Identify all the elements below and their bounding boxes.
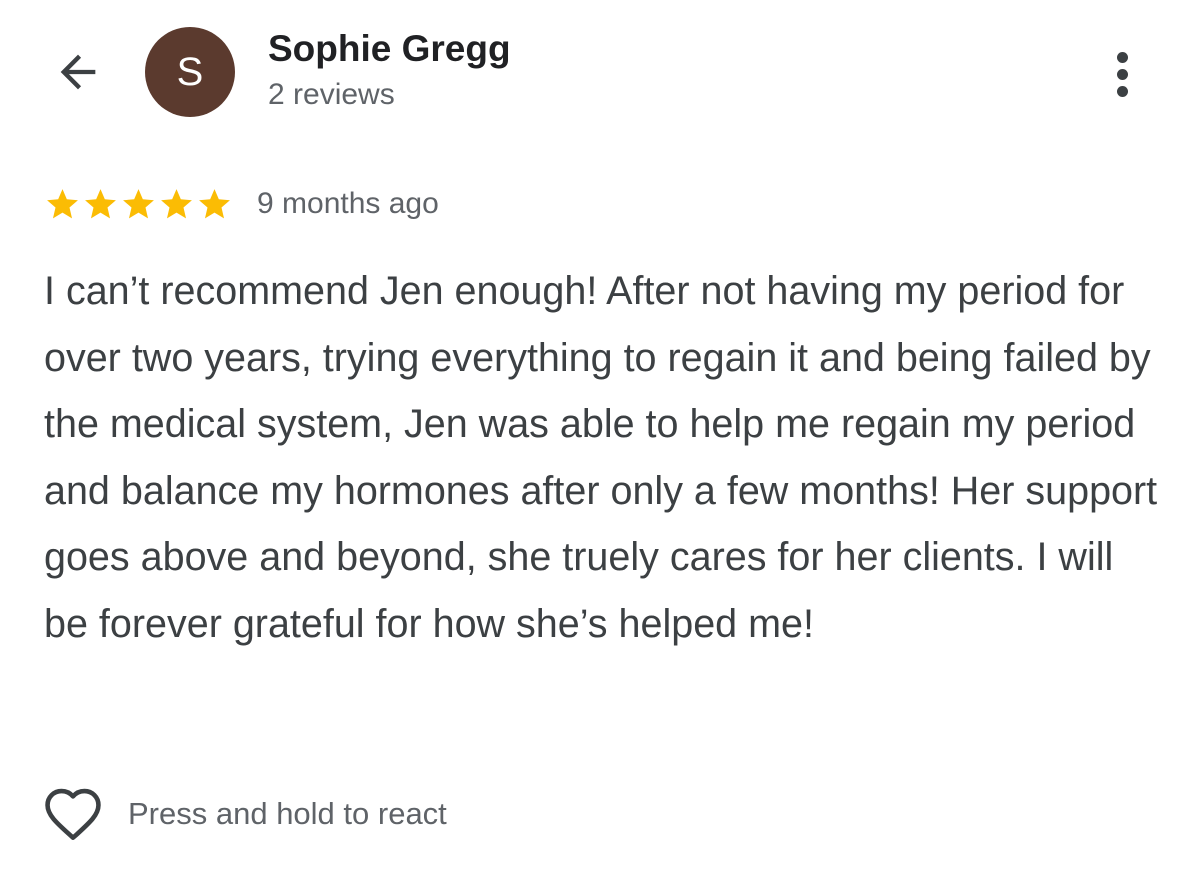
reaction-row: Press and hold to react [42, 784, 447, 844]
review-text: I can’t recommend Jen enough! After not … [44, 269, 1158, 646]
star-icon [85, 188, 116, 218]
reviewer-header: S Sophie Gregg 2 reviews [0, 0, 1200, 140]
star-icon [123, 188, 154, 218]
avatar[interactable]: S [145, 27, 235, 117]
more-vertical-icon-dot [1116, 85, 1128, 97]
reviewer-name[interactable]: Sophie Gregg [268, 28, 511, 70]
star-rating [44, 186, 233, 223]
react-button[interactable] [42, 784, 104, 844]
react-label: Press and hold to react [128, 796, 447, 831]
review-count: 2 reviews [268, 78, 395, 111]
star-icon [47, 188, 78, 218]
star-icon [199, 188, 230, 218]
more-vertical-icon [1116, 51, 1128, 63]
more-vertical-icon-dot [1116, 68, 1128, 80]
more-options-button[interactable] [1098, 44, 1146, 104]
back-button[interactable] [48, 42, 108, 102]
heart-outline-icon [45, 788, 101, 840]
arrow-left-icon [60, 54, 96, 90]
rating-row: 9 months ago [44, 182, 439, 226]
avatar-letter: S [176, 49, 204, 94]
review-time: 9 months ago [257, 187, 439, 220]
star-icon [161, 188, 192, 218]
